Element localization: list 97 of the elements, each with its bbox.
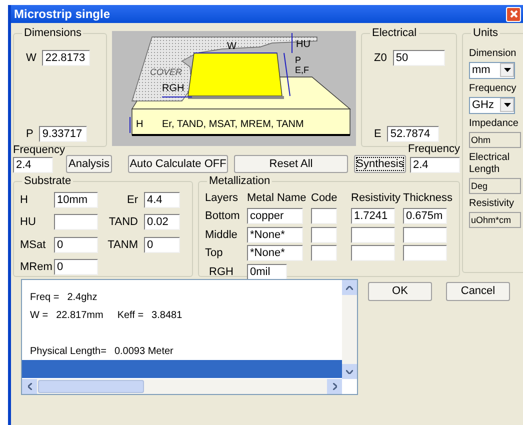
text-field[interactable]: copper	[247, 208, 303, 224]
diagram-label: W	[227, 41, 236, 52]
column-header: Thickness	[403, 190, 451, 206]
caret-icon	[504, 68, 510, 72]
field-label: MRem	[20, 260, 52, 275]
result-text: 2.4ghz	[67, 290, 98, 304]
field-label: Top	[205, 246, 224, 261]
diagram-label: Er, TAND, MSAT, MREM, TANM	[162, 119, 304, 130]
leader-line	[162, 96, 192, 98]
dialog-button[interactable]: Cancel	[446, 282, 510, 301]
horizontal-scrollbar[interactable]	[22, 379, 342, 394]
vertical-scrollbar[interactable]	[342, 280, 357, 379]
group-title: Dimensions	[23, 26, 82, 41]
text-field[interactable]: 22.8173	[42, 50, 90, 66]
field-label: Frequency	[408, 142, 460, 156]
group-title: Electrical	[371, 26, 418, 41]
field-label: Electrical Length	[469, 152, 511, 176]
text-field[interactable]	[403, 226, 447, 243]
text-field[interactable]: 9.33717	[39, 126, 88, 142]
push-button[interactable]: Analysis	[66, 155, 112, 173]
field-label: Middle	[205, 228, 238, 242]
text-field[interactable]: 52.7874	[387, 126, 440, 142]
close-icon	[510, 10, 518, 18]
result-text: Keff =	[117, 308, 144, 322]
field-label: TANM	[106, 238, 139, 252]
group-title: Metallization	[208, 174, 272, 189]
column-header: Metal Name	[247, 190, 307, 206]
group-title: Units	[472, 26, 500, 41]
caret-icon	[504, 103, 510, 107]
result-text: Freq =	[30, 290, 60, 304]
result-text: 0.0093 Meter	[114, 344, 174, 358]
push-button[interactable]: Reset All	[234, 155, 348, 173]
text-field[interactable]	[54, 214, 98, 230]
column-header: Code	[311, 190, 338, 206]
text-field[interactable]: 0	[54, 259, 98, 276]
scroll-thumb[interactable]	[38, 380, 144, 393]
field-label: MSat	[20, 238, 47, 252]
diagram-label: P	[295, 55, 302, 65]
text-field[interactable]: 4.4	[144, 192, 180, 208]
column-header: Resistivity	[351, 190, 399, 206]
field-label: Frequency	[13, 144, 66, 157]
close-button[interactable]	[506, 6, 521, 22]
diagram-label: H	[136, 119, 144, 130]
field-label: Impedance	[469, 118, 520, 130]
dropdown-button[interactable]	[500, 63, 514, 77]
text-field[interactable]: *None*	[247, 245, 303, 262]
group-title: Substrate	[23, 174, 72, 189]
result-text: 3.8481	[152, 308, 182, 322]
result-text: W =	[30, 308, 48, 322]
readonly-field: Deg	[469, 178, 521, 194]
dropdown-button[interactable]	[500, 98, 514, 112]
text-field[interactable]: 2.4	[410, 157, 460, 173]
field-label: W	[26, 50, 36, 66]
text-field[interactable]: 0	[54, 236, 98, 253]
text-field[interactable]	[403, 245, 447, 262]
text-field[interactable]: 10mm	[54, 192, 98, 208]
text-field[interactable]: *None*	[247, 226, 303, 243]
text-field[interactable]: 0	[144, 236, 180, 253]
push-button[interactable]: Synthesis	[354, 155, 406, 173]
column-header: Layers	[205, 190, 240, 206]
results-list[interactable]: Freq = 2.4ghz W = 22.817mm Keff = 3.8481 Physical Length= 0.0093 Meter	[21, 279, 358, 395]
diagram-label: COVER	[150, 67, 182, 77]
field-label: Dimension	[469, 48, 518, 60]
text-field[interactable]	[311, 208, 337, 224]
field-label: Resistivity	[469, 198, 516, 210]
readonly-field: Ohm	[469, 132, 521, 148]
dropdown-field[interactable]: mm	[469, 62, 515, 78]
text-field[interactable]: 50	[392, 50, 445, 66]
text-field[interactable]: 0mil	[247, 264, 287, 280]
text-field[interactable]	[311, 245, 337, 262]
result-text: 22.817mm	[56, 308, 104, 322]
field-label: TAND	[108, 215, 139, 230]
push-button[interactable]: Auto Calculate OFF	[128, 155, 228, 173]
field-label: Z0	[374, 50, 387, 66]
readonly-field: uOhm*cm	[469, 212, 521, 228]
window-title: Microstrip single	[14, 6, 110, 23]
field-label: RGH	[208, 264, 234, 280]
text-field[interactable]	[351, 245, 395, 262]
field-label: P	[26, 126, 34, 142]
field-label: Er	[126, 192, 139, 208]
text-field[interactable]	[311, 226, 337, 243]
text-field[interactable]	[351, 226, 395, 243]
result-text: Physical Length=	[30, 344, 106, 358]
dialog-button[interactable]: OK	[368, 282, 432, 301]
field-label: Frequency	[469, 82, 518, 94]
text-field[interactable]: 0.02	[144, 214, 180, 230]
diagram-label: HU	[296, 39, 310, 50]
dropdown-field[interactable]: GHz	[469, 96, 515, 114]
diagram-label: RGH	[162, 83, 184, 94]
text-field[interactable]: 0.675m	[403, 208, 447, 224]
field-label: HU	[20, 215, 37, 230]
field-label: H	[20, 192, 29, 208]
text-field[interactable]: 2.4	[13, 157, 53, 173]
field-label: Bottom	[205, 209, 241, 224]
diagram-label: E,F	[295, 65, 310, 75]
field-label: E	[374, 126, 382, 142]
text-field[interactable]: 1.7241	[351, 208, 395, 224]
